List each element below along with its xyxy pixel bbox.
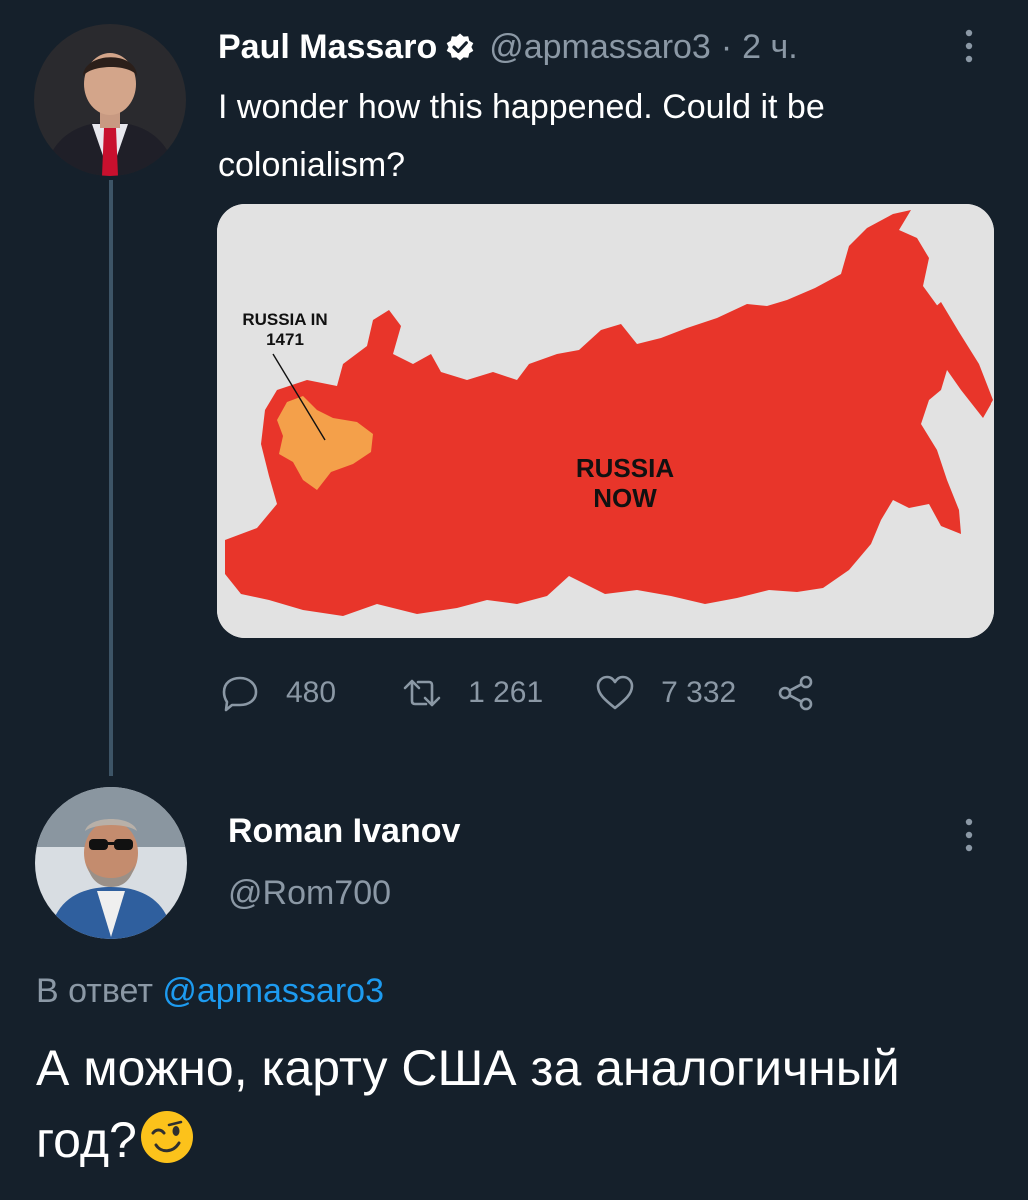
- reply-author-handle[interactable]: @Rom700: [228, 874, 391, 913]
- retweet-count: 1 261: [468, 676, 544, 709]
- separator-dot: ·: [720, 27, 733, 66]
- tweet-media-image[interactable]: RUSSIA IN 1471 RUSSIA NOW: [217, 204, 994, 638]
- reply-author-name[interactable]: Roman Ivanov: [228, 812, 460, 851]
- share-icon: [778, 675, 813, 711]
- reply-count: 480: [286, 676, 337, 709]
- like-button[interactable]: 7 332: [593, 671, 736, 715]
- replying-to-label: В ответ: [36, 972, 153, 1010]
- more-options-icon[interactable]: [958, 815, 980, 855]
- reply-author-avatar[interactable]: [35, 787, 187, 939]
- heart-icon: [596, 675, 634, 710]
- tweet-action-bar: 480 1 261 7 332: [218, 665, 818, 721]
- reply-button[interactable]: 480: [218, 671, 336, 715]
- retweet-button[interactable]: 1 261: [400, 671, 543, 715]
- tweet-header: Paul Massaro @apmassaro3 · 2 ч.: [218, 24, 798, 70]
- avatar-photo: [34, 24, 186, 176]
- tweet-timestamp[interactable]: 2 ч.: [742, 28, 798, 67]
- winking-face-emoji-icon: [140, 1111, 193, 1163]
- replying-to-mention-link[interactable]: @apmassaro3: [162, 972, 384, 1010]
- map-label-russia-now: RUSSIA NOW: [575, 453, 675, 513]
- author-avatar[interactable]: [34, 24, 186, 176]
- author-handle[interactable]: @apmassaro3: [489, 28, 711, 67]
- reply-icon: [222, 676, 258, 712]
- russia-map: [217, 204, 994, 638]
- avatar-photo: [35, 787, 187, 939]
- verified-badge-icon: [446, 33, 474, 61]
- map-label-russia-1471: RUSSIA IN 1471: [242, 310, 328, 349]
- like-count: 7 332: [661, 676, 737, 709]
- thread-connector-line: [109, 180, 113, 776]
- replying-to-line: В ответ @apmassaro3: [36, 972, 384, 1011]
- more-options-icon[interactable]: [958, 26, 980, 66]
- share-button[interactable]: [774, 671, 818, 715]
- author-name[interactable]: Paul Massaro: [218, 28, 437, 67]
- retweet-icon: [403, 679, 441, 707]
- reply-text-block: А можно, карту США за аналогичный год?: [36, 1032, 996, 1176]
- tweet-text: I wonder how this happened. Could it be …: [218, 88, 825, 184]
